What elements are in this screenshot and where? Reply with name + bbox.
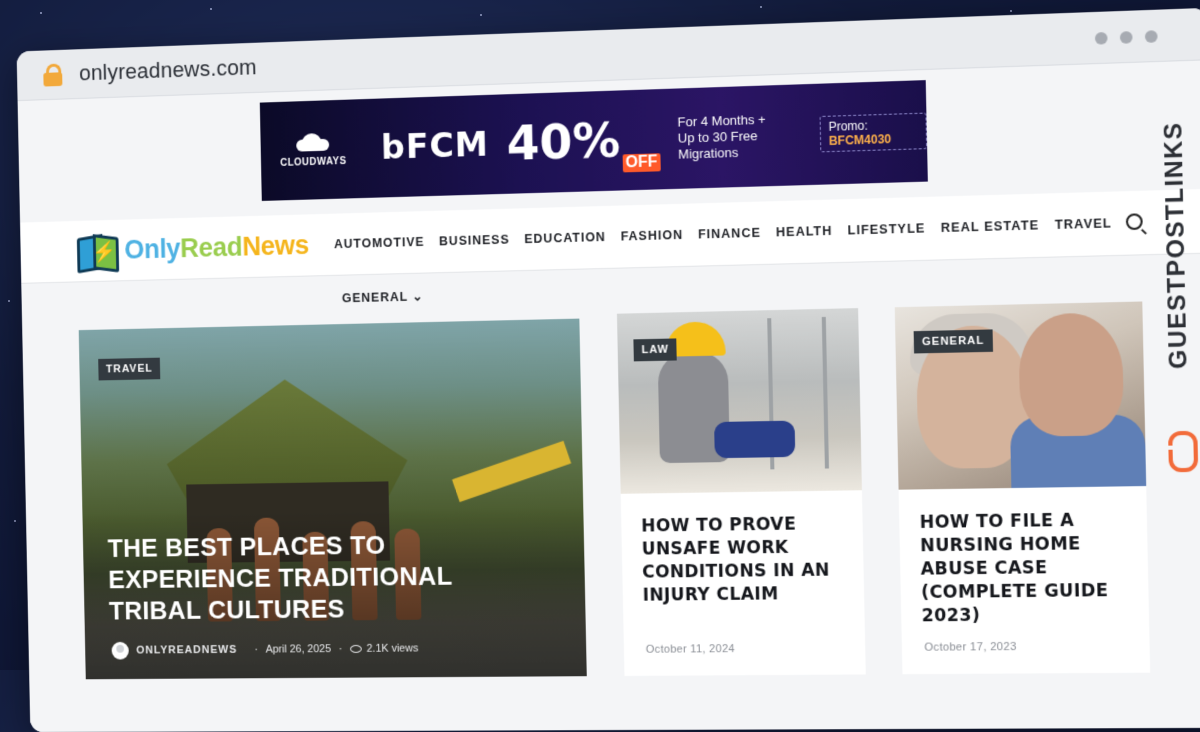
village-sign-image	[451, 440, 572, 503]
nav-item-business[interactable]: BUSINESS	[439, 233, 510, 249]
ad-brand: CLOUDWAYS	[280, 155, 347, 169]
site-content: ⚡ OnlyReadNews AUTOMOTIVE BUSINESS EDUCA…	[20, 188, 1200, 732]
ad-banner[interactable]: CLOUDWAYS bFCM 40% OFF For 4 Months + Up…	[259, 80, 928, 201]
logo-part-news: News	[241, 229, 310, 261]
publish-date: April 26, 2025	[265, 643, 332, 656]
category-tag[interactable]: LAW	[633, 338, 678, 362]
ad-headline: bFCM	[380, 124, 490, 168]
article-title[interactable]: HOW TO PROVE UNSAFE WORK CONDITIONS IN A…	[621, 490, 865, 608]
ad-discount: 40%	[506, 112, 621, 172]
web-page: CLOUDWAYS bFCM 40% OFF For 4 Months + Up…	[17, 60, 1200, 732]
link-icon	[1168, 430, 1199, 473]
article-card[interactable]: LAW HOW TO PROVE UNSAFE WORK CONDITIONS …	[616, 308, 866, 676]
promo-code: BFCM4030	[828, 131, 892, 149]
nav-item-travel[interactable]: TRAVEL	[1055, 216, 1112, 232]
article-image[interactable]: GENERAL	[894, 301, 1147, 490]
browser-window: onlyreadnews.com CLOUDWAYS bFCM 40% OFF …	[16, 7, 1200, 732]
nav-item-lifestyle[interactable]: LIFESTYLE	[847, 221, 925, 237]
nav-item-finance[interactable]: FINANCE	[698, 226, 761, 242]
article-image[interactable]: LAW	[616, 308, 862, 494]
nav-item-automotive[interactable]: AUTOMOTIVE	[334, 235, 425, 251]
ad-off-label: OFF	[622, 153, 661, 173]
article-card[interactable]: GENERAL HOW TO FILE A NURSING HOME ABUSE…	[894, 301, 1151, 675]
featured-article-card[interactable]: TRAVEL THE BEST PLACES TO EXPERIENCE TRA…	[78, 318, 587, 680]
nav-item-general[interactable]: GENERAL ⌄	[342, 288, 424, 305]
watermark: GUESTPOSTLINKS	[1153, 117, 1200, 473]
book-logo-icon: ⚡	[76, 232, 120, 274]
cloud-icon	[296, 132, 329, 151]
category-tag[interactable]: TRAVEL	[98, 357, 161, 381]
url-text[interactable]: onlyreadnews.com	[79, 55, 257, 87]
article-date: October 17, 2023	[924, 640, 1017, 654]
ad-offer-line2: Up to 30 Free Migrations	[677, 128, 758, 162]
logo-part-read: Read	[179, 231, 243, 263]
main-nav: AUTOMOTIVE BUSINESS EDUCATION FASHION FI…	[334, 216, 1112, 251]
ad-promo-code: Promo: BFCM4030	[819, 112, 928, 153]
dot-icon	[1119, 31, 1133, 44]
lock-icon	[43, 63, 63, 87]
ad-offer: For 4 Months + Up to 30 Free Migrations	[677, 111, 799, 163]
window-controls	[1094, 30, 1158, 45]
nav-item-education[interactable]: EDUCATION	[524, 230, 606, 246]
view-count: 2.1K views	[366, 642, 419, 655]
eye-icon	[349, 644, 362, 653]
promo-label: Promo:	[828, 118, 869, 134]
featured-title[interactable]: THE BEST PLACES TO EXPERIENCE TRADITIONA…	[107, 527, 554, 627]
nav-item-real-estate[interactable]: REAL ESTATE	[941, 218, 1040, 235]
dot-icon	[1144, 30, 1158, 43]
search-icon[interactable]	[1125, 213, 1143, 231]
man-image	[1018, 312, 1125, 437]
nav-item-health[interactable]: HEALTH	[776, 224, 833, 240]
cloudways-logo: CLOUDWAYS	[280, 132, 347, 169]
watermark-text: GUESTPOSTLINKS	[1159, 121, 1193, 370]
category-tag[interactable]: GENERAL	[913, 329, 993, 354]
dot-icon	[1094, 31, 1108, 45]
article-title[interactable]: HOW TO FILE A NURSING HOME ABUSE CASE (C…	[899, 486, 1150, 629]
nav-item-fashion[interactable]: FASHION	[621, 228, 684, 244]
avatar	[111, 641, 129, 660]
author-name[interactable]: ONLYREADNEWS	[136, 644, 237, 657]
article-date: October 11, 2024	[645, 643, 735, 656]
featured-meta: ONLYREADNEWS · April 26, 2025 · 2.1K vie…	[111, 640, 419, 660]
site-header: ⚡ OnlyReadNews AUTOMOTIVE BUSINESS EDUCA…	[20, 188, 1200, 283]
logo-part-only: Only	[124, 233, 181, 265]
site-logo[interactable]: ⚡ OnlyReadNews	[76, 226, 310, 274]
